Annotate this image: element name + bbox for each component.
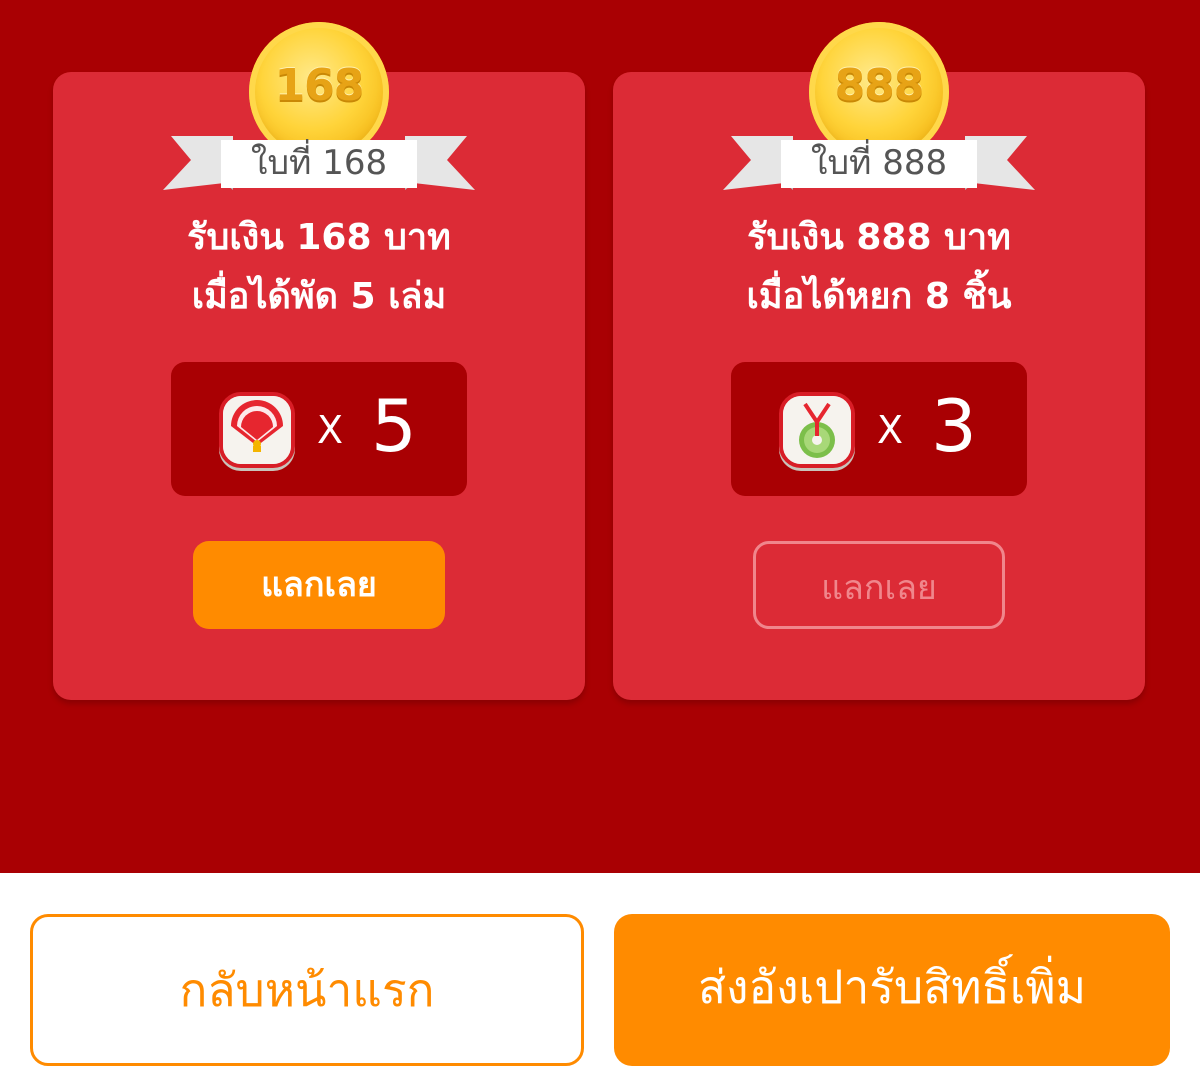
ribbon-label: ใบที่ 888 <box>810 143 948 183</box>
redeem-button-888[interactable]: แลกเลย <box>753 541 1005 629</box>
redeem-button-168[interactable]: แลกเลย <box>193 541 445 629</box>
times-symbol: X <box>877 408 904 452</box>
back-home-button[interactable]: กลับหน้าแรก <box>30 914 584 1066</box>
reward-card-888: 888 ใบที่ 888 รับเงิน 888 บาท เมื่อได้หย… <box>613 22 1145 700</box>
ribbon-banner: ใบที่ 168 <box>163 128 475 194</box>
coin-value: 168 <box>274 60 365 111</box>
reward-condition-text: เมื่อได้หยก 8 ชิ้น <box>746 276 1012 317</box>
reward-condition-text: เมื่อได้พัด 5 เล่ม <box>191 276 447 317</box>
reward-page: 168 ใบที่ 168 รับเงิน 168 บาท เมื่อได้พั… <box>0 0 1200 1092</box>
ribbon-label: ใบที่ 168 <box>250 143 388 183</box>
fan-icon <box>219 392 295 468</box>
jade-pendant-icon <box>779 392 855 468</box>
rewards-panel: 168 ใบที่ 168 รับเงิน 168 บาท เมื่อได้พั… <box>0 0 1200 873</box>
item-count-box: X 3 <box>731 362 1027 496</box>
item-count: 3 <box>931 384 977 468</box>
item-count: 5 <box>371 384 417 468</box>
item-count-box: X 5 <box>171 362 467 496</box>
coin-value: 888 <box>834 60 925 111</box>
reward-amount-text: รับเงิน 168 บาท <box>187 217 451 258</box>
reward-amount-text: รับเงิน 888 บาท <box>747 217 1011 258</box>
ribbon-banner: ใบที่ 888 <box>723 128 1035 194</box>
send-angpao-button[interactable]: ส่งอังเปารับสิทธิ์เพิ่ม <box>614 914 1170 1066</box>
times-symbol: X <box>317 408 344 452</box>
reward-card-168: 168 ใบที่ 168 รับเงิน 168 บาท เมื่อได้พั… <box>53 22 585 700</box>
